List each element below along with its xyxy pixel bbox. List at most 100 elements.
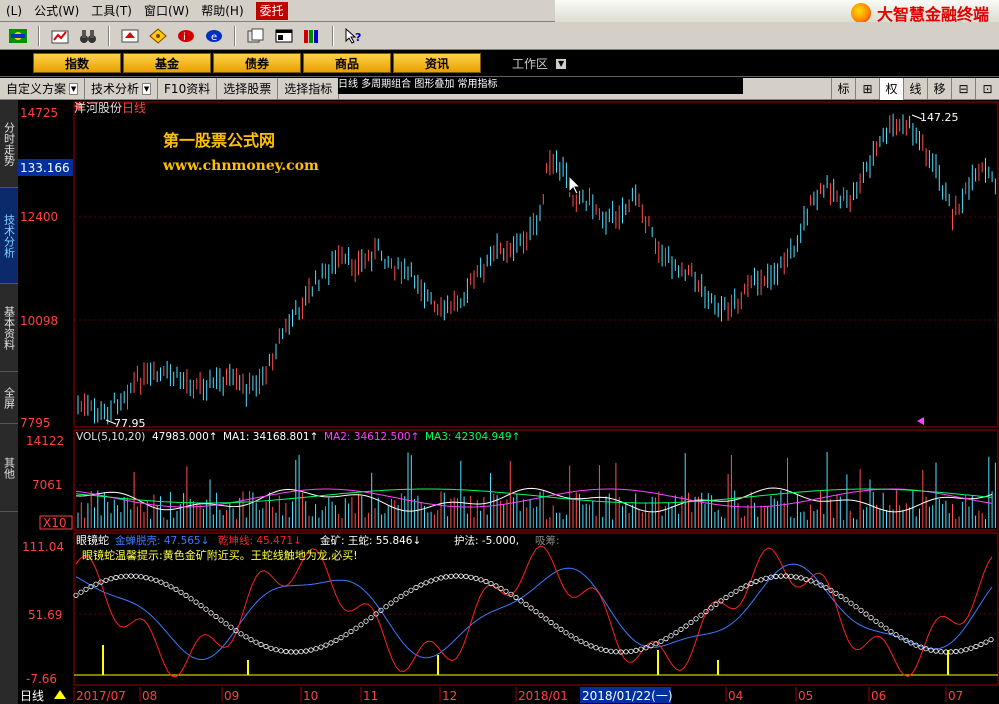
- tab-select-stock[interactable]: 选择股票: [217, 77, 279, 100]
- help-pointer-icon[interactable]: ?: [342, 25, 366, 47]
- overlay-menu-strip[interactable]: 日线 多周期组合 图形叠加 常用指标: [338, 78, 743, 94]
- wangshe-dot: [798, 575, 804, 581]
- sidebar-tab-fundamentals[interactable]: 基本资料: [0, 284, 18, 372]
- menu-entrust[interactable]: 委托: [255, 1, 288, 20]
- window-icon[interactable]: [272, 25, 296, 47]
- wangshe-dot: [168, 584, 174, 590]
- maximize-icon[interactable]: ⊡: [975, 78, 999, 100]
- indicator-jinchan: 金蝉脱壳: 47.565↓: [115, 534, 209, 547]
- wangshe-dot: [803, 576, 809, 582]
- wangshe-dot: [958, 648, 964, 654]
- chevron-down-icon[interactable]: ▼: [556, 58, 567, 69]
- wangshe-dot: [888, 628, 894, 635]
- message-icon[interactable]: [118, 25, 142, 47]
- toolbar-separator: [38, 25, 40, 46]
- mouse-cursor-icon: [568, 174, 582, 195]
- chevron-down-icon[interactable]: ▼: [69, 83, 79, 95]
- wangshe-dot: [838, 593, 844, 599]
- toolbar: i e ?: [0, 22, 999, 50]
- chart-tool-buttons: 标 ⊞ 权 线 移 ⊟ ⊡: [831, 78, 999, 100]
- wangshe-dot: [543, 616, 549, 622]
- wangshe-dot: [118, 574, 124, 580]
- wangshe-dot: [293, 649, 299, 655]
- watermark-url: www.chnmoney.com: [162, 158, 319, 174]
- stock-chart[interactable]: 14725 133.166 12400 10098 7795 14122 706…: [18, 100, 999, 704]
- wangshe-dot: [173, 586, 179, 592]
- wangshe-dot: [158, 579, 164, 585]
- tab-custom-scheme[interactable]: 自定义方案 ▼: [0, 77, 86, 100]
- category-news-button[interactable]: 资讯: [393, 53, 481, 73]
- compass-icon[interactable]: e: [202, 25, 226, 47]
- sidebar-tab-technical[interactable]: 技术分析: [0, 188, 18, 284]
- menu-cut[interactable]: (L): [0, 0, 28, 22]
- sidebar-tab-other[interactable]: 其他: [0, 424, 18, 512]
- copy-icon[interactable]: [244, 25, 268, 47]
- minimize-icon[interactable]: ⊟: [951, 78, 975, 100]
- wangshe-dot: [93, 581, 99, 587]
- workzone[interactable]: 工作区 ▼: [512, 55, 567, 72]
- date-axis-label: 06: [871, 689, 886, 703]
- toolbar-separator: [332, 25, 334, 46]
- wangshe-dot: [283, 648, 289, 655]
- wangshe-dot: [128, 573, 134, 579]
- mark-button[interactable]: 标: [831, 78, 855, 100]
- wangshe-dot: [368, 614, 374, 621]
- info-icon[interactable]: i: [174, 25, 198, 47]
- wangshe-dot: [873, 618, 879, 624]
- wangshe-dot: [288, 649, 294, 655]
- quote-icon[interactable]: [48, 25, 72, 47]
- menu-tools[interactable]: 工具(T): [85, 0, 138, 22]
- menu-formula[interactable]: 公式(W): [28, 0, 85, 22]
- grid-icon[interactable]: ⊞: [855, 78, 879, 100]
- wangshe-dot: [218, 617, 224, 623]
- diamond-icon[interactable]: [146, 25, 170, 47]
- menu-window[interactable]: 窗口(W): [138, 0, 195, 22]
- wangshe-dot: [193, 599, 199, 605]
- move-button[interactable]: 移: [927, 78, 951, 100]
- wangshe-dot: [238, 631, 244, 637]
- wangshe-dot: [393, 597, 399, 603]
- wangshe-dot: [763, 575, 769, 581]
- wangshe-dot: [433, 576, 439, 582]
- category-bond-button[interactable]: 债券: [213, 53, 301, 73]
- sidebar-tab-intraday[interactable]: 分时走势: [0, 100, 18, 188]
- category-commodity-button[interactable]: 商品: [303, 53, 391, 73]
- flag-icon[interactable]: [6, 25, 30, 47]
- wangshe-dot: [553, 623, 559, 629]
- tab-select-indicator[interactable]: 选择指标: [278, 77, 340, 100]
- menu-help[interactable]: 帮助(H): [195, 0, 249, 22]
- wangshe-dot: [708, 605, 714, 611]
- pink-arrow-icon: [917, 417, 924, 425]
- watermark-title: 第一股票公式网: [163, 131, 275, 150]
- date-axis-label: 05: [798, 689, 813, 703]
- sidebar-tab-fullscreen[interactable]: 全屏: [0, 372, 18, 424]
- indicator-xichou: 吸筹:: [535, 534, 560, 547]
- period-label[interactable]: 日线: [20, 689, 44, 703]
- wangshe-dot: [353, 625, 359, 631]
- chevron-down-icon[interactable]: ▼: [142, 83, 152, 95]
- wangshe-dot: [988, 636, 994, 643]
- wangshe-dot: [613, 649, 619, 655]
- wangshe-dot: [153, 577, 159, 583]
- wangshe-dot: [728, 591, 734, 597]
- chart-canvas[interactable]: 14725 133.166 12400 10098 7795 14122 706…: [18, 100, 999, 704]
- wangshe-dot: [693, 616, 699, 622]
- wangshe-dot: [623, 649, 629, 655]
- wangshe-dot: [558, 626, 564, 633]
- line-button[interactable]: 线: [903, 78, 927, 100]
- wangshe-dot: [968, 645, 974, 651]
- binoculars-icon[interactable]: [76, 25, 100, 47]
- tab-technical-analysis[interactable]: 技术分析 ▼: [85, 77, 159, 100]
- rights-button[interactable]: 权: [879, 78, 903, 100]
- wangshe-dot: [743, 583, 749, 589]
- wangshe-dot: [858, 607, 864, 613]
- books-icon[interactable]: [300, 25, 324, 47]
- category-fund-button[interactable]: 基金: [123, 53, 211, 73]
- wangshe-dot: [333, 637, 339, 644]
- wangshe-dot: [448, 573, 454, 579]
- tab-f10[interactable]: F10资料: [158, 77, 218, 100]
- volume-axis-label: 14122: [26, 434, 64, 448]
- wangshe-dot: [423, 580, 429, 586]
- wangshe-dot: [503, 588, 509, 594]
- category-index-button[interactable]: 指数: [33, 53, 121, 73]
